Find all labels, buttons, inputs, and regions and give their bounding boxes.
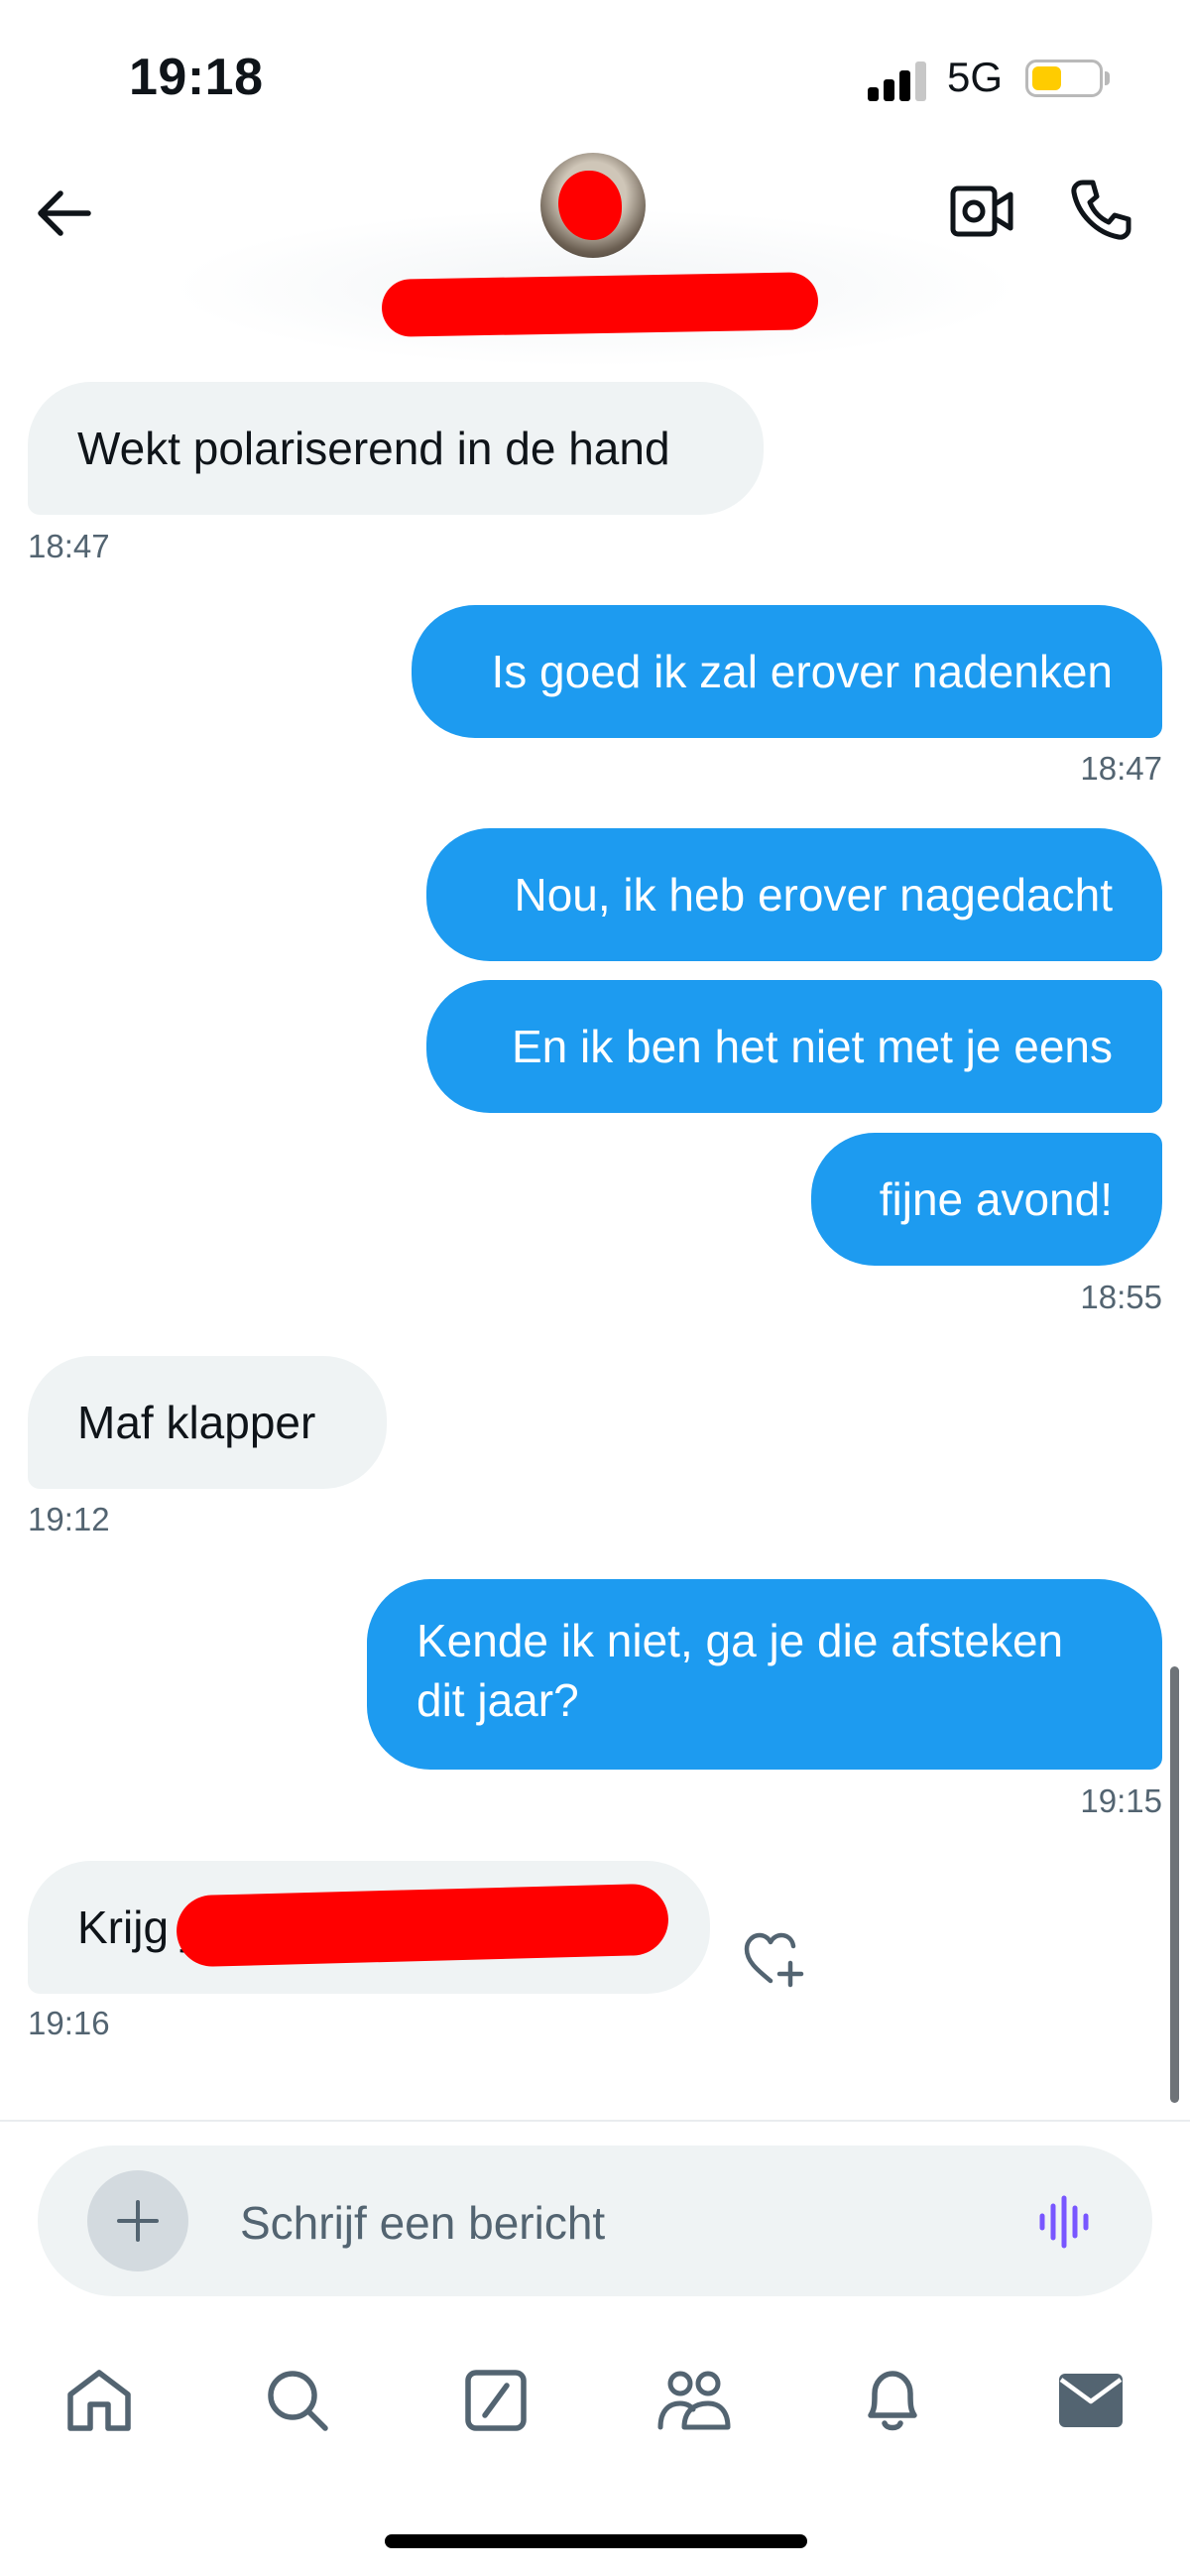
- divider: [0, 2120, 1190, 2122]
- phone-icon: [1071, 180, 1131, 240]
- back-button[interactable]: [24, 179, 103, 248]
- message-text: En ik ben het niet met je eens: [511, 1021, 1113, 1072]
- nav-grok[interactable]: [441, 2351, 550, 2450]
- message-time: 19:15: [1080, 1782, 1162, 1819]
- grok-icon: [465, 2370, 527, 2431]
- message-received[interactable]: Wekt polariserend in de hand: [28, 382, 764, 515]
- message-text-line1: Kende ik niet, ga je die afsteken: [416, 1615, 1064, 1666]
- voice-message-button[interactable]: [1026, 2182, 1106, 2262]
- message-time: 18:55: [1080, 1279, 1162, 1315]
- message-text: Is goed ik zal erover nadenken: [491, 646, 1113, 697]
- avatar[interactable]: [540, 153, 646, 258]
- nav-home[interactable]: [45, 2351, 154, 2450]
- communities-icon: [657, 2371, 731, 2430]
- arrow-left-icon: [38, 190, 91, 236]
- plus-icon: [117, 2200, 159, 2242]
- message-text-line2: dit jaar?: [416, 1674, 579, 1726]
- mail-icon: [1059, 2374, 1123, 2427]
- message-sent[interactable]: En ik ben het niet met je eens: [426, 980, 1162, 1113]
- bell-icon: [868, 2371, 917, 2431]
- message-text: Krijg j: [77, 1901, 192, 1953]
- voice-wave-icon: [1039, 2195, 1089, 2249]
- add-media-button[interactable]: [87, 2170, 188, 2271]
- message-redaction: [176, 1883, 669, 1968]
- message-text: fijne avond!: [879, 1173, 1113, 1225]
- status-time: 19:18: [129, 49, 264, 106]
- add-reaction-button[interactable]: [734, 1924, 813, 1994]
- nav-messages[interactable]: [1036, 2351, 1145, 2450]
- voice-call-button[interactable]: [1061, 173, 1140, 248]
- network-type: 5G: [947, 54, 1004, 100]
- video-camera-icon: [950, 185, 1013, 237]
- home-indicator: [385, 2534, 807, 2548]
- scrollbar[interactable]: [1170, 1666, 1179, 2103]
- search-icon: [268, 2371, 328, 2431]
- battery-icon: [1025, 60, 1103, 97]
- nav-communities[interactable]: [640, 2351, 749, 2450]
- message-text: Maf klapper: [77, 1397, 316, 1448]
- message-sent[interactable]: Is goed ik zal erover nadenken: [412, 605, 1162, 738]
- signal-icon: [868, 58, 929, 101]
- contact-name-redaction: [381, 272, 819, 337]
- home-icon: [67, 2370, 131, 2431]
- message-sent[interactable]: Kende ik niet, ga je die afsteken dit ja…: [367, 1579, 1162, 1770]
- heart-plus-icon: [744, 1932, 804, 1988]
- avatar-redaction: [558, 171, 622, 240]
- battery-level: [1032, 66, 1061, 90]
- battery-tip: [1105, 71, 1110, 85]
- message-received[interactable]: Maf klapper: [28, 1356, 387, 1489]
- message-sent[interactable]: Nou, ik heb erover nagedacht: [426, 828, 1162, 961]
- nav-search[interactable]: [243, 2351, 352, 2450]
- message-text: Nou, ik heb erover nagedacht: [514, 869, 1113, 920]
- message-input[interactable]: [238, 2182, 976, 2264]
- message-time: 18:47: [28, 528, 110, 564]
- message-text: Wekt polariserend in de hand: [77, 423, 670, 474]
- message-time: 19:12: [28, 1501, 110, 1537]
- message-time: 19:16: [28, 2005, 110, 2041]
- message-time: 18:47: [1080, 750, 1162, 787]
- message-sent[interactable]: fijne avond!: [811, 1133, 1162, 1266]
- video-call-button[interactable]: [942, 179, 1021, 244]
- nav-notifications[interactable]: [838, 2351, 947, 2450]
